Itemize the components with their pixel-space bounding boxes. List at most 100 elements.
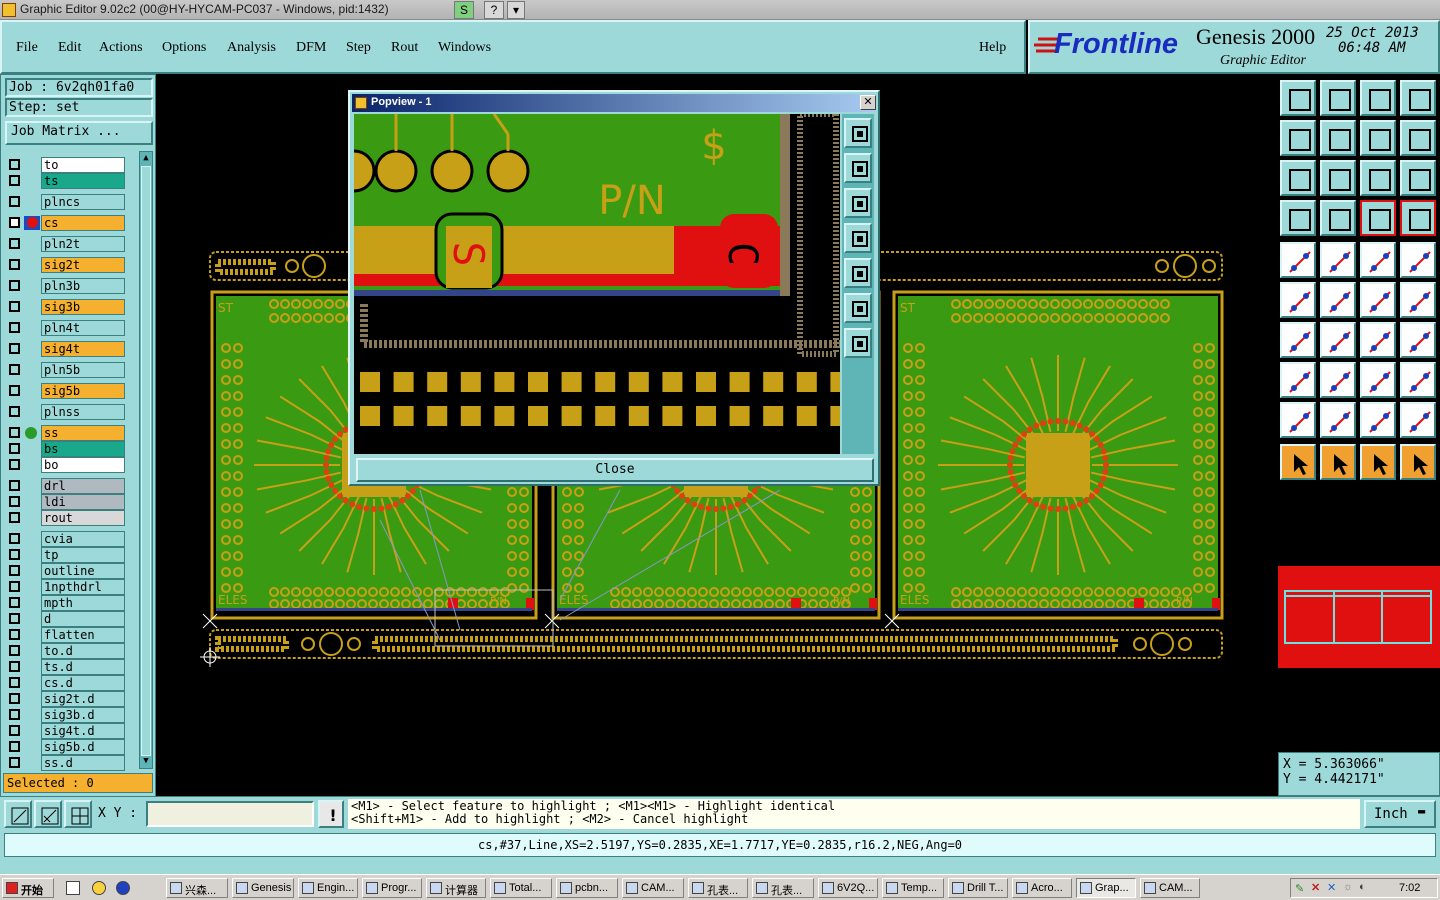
- polygon-icon[interactable]: [1320, 402, 1356, 438]
- text-mirror-icon[interactable]: [1400, 322, 1436, 358]
- zoom-box-icon[interactable]: [4, 800, 32, 828]
- zoom-home-icon[interactable]: [1320, 80, 1356, 116]
- ie-icon[interactable]: [116, 881, 130, 895]
- layer-checkbox[interactable]: [9, 741, 20, 752]
- layer-row-ss[interactable]: ss: [7, 425, 125, 441]
- desktop-icon[interactable]: [66, 881, 80, 895]
- layer-row-mpth[interactable]: mpth: [7, 595, 125, 611]
- layer-checkbox[interactable]: [9, 175, 20, 186]
- home-view-icon[interactable]: [1280, 80, 1316, 116]
- menu-rout[interactable]: Rout: [391, 40, 418, 56]
- layer-row-rout[interactable]: rout: [7, 510, 125, 526]
- rotate-icon[interactable]: [1320, 242, 1356, 278]
- layer-checkbox[interactable]: [9, 301, 20, 312]
- grid-icon[interactable]: [64, 800, 92, 828]
- layer-checkbox[interactable]: [9, 385, 20, 396]
- taskbar-item[interactable]: 孔表...: [752, 878, 814, 898]
- layer-row-1npthdrl[interactable]: 1npthdrl: [7, 579, 125, 595]
- taskbar-item[interactable]: Acro...: [1012, 878, 1072, 898]
- layer-row-pln2t[interactable]: pln2t: [7, 236, 125, 252]
- taskbar-item[interactable]: 计算器: [426, 878, 486, 898]
- layer-checkbox[interactable]: [9, 280, 20, 291]
- taskbar-item[interactable]: CAM...: [1140, 878, 1200, 898]
- add-pad-icon[interactable]: [1400, 282, 1436, 318]
- layer-checkbox[interactable]: [9, 406, 20, 417]
- popview-pan-left-icon[interactable]: [844, 223, 872, 253]
- taskbar-item[interactable]: Grap...: [1076, 878, 1136, 898]
- fit-icon[interactable]: [1280, 160, 1316, 196]
- start-button[interactable]: 开始: [2, 878, 54, 898]
- house-icon[interactable]: [1360, 80, 1396, 116]
- layer-checkbox[interactable]: [9, 322, 20, 333]
- taskbar-item[interactable]: Progr...: [362, 878, 422, 898]
- swap-icon[interactable]: [1400, 120, 1436, 156]
- layer-checkbox[interactable]: [9, 217, 20, 228]
- measure-grid-icon[interactable]: [1360, 362, 1396, 398]
- taskbar-item[interactable]: Genesis: [232, 878, 294, 898]
- layer-row-d[interactable]: d: [7, 611, 125, 627]
- layer-scrollbar-thumb[interactable]: [141, 166, 151, 756]
- cross-icon[interactable]: [1320, 282, 1356, 318]
- shape-icon[interactable]: [1280, 362, 1316, 398]
- layer-row-ts[interactable]: ts: [7, 173, 125, 189]
- menu-windows[interactable]: Windows: [438, 40, 491, 56]
- menu-file[interactable]: File: [16, 40, 38, 56]
- taskbar-item[interactable]: pcbn...: [556, 878, 618, 898]
- outline-icon[interactable]: [1400, 402, 1436, 438]
- add-line-icon[interactable]: [1360, 282, 1396, 318]
- layer-row-sig4t-d[interactable]: sig4t.d: [7, 723, 125, 739]
- select-icon[interactable]: [1320, 444, 1356, 480]
- layer-checkbox[interactable]: [9, 496, 20, 507]
- popview-zoom-extents-icon[interactable]: [844, 293, 872, 323]
- dash-icon[interactable]: [1320, 362, 1356, 398]
- measure-icon[interactable]: [34, 800, 62, 828]
- menu-edit[interactable]: Edit: [58, 40, 81, 56]
- layer-select-icon[interactable]: [1360, 200, 1396, 236]
- redraw-icon[interactable]: [1360, 120, 1396, 156]
- menu-help[interactable]: Help: [979, 40, 1006, 56]
- layer-checkbox[interactable]: [9, 693, 20, 704]
- layer-checkbox[interactable]: [9, 427, 20, 438]
- layer-checkbox[interactable]: [9, 364, 20, 375]
- net-select-icon[interactable]: [1400, 444, 1436, 480]
- taskbar-item[interactable]: 6V2Q...: [818, 878, 878, 898]
- layer-checkbox[interactable]: [9, 565, 20, 576]
- slash-icon[interactable]: [1320, 322, 1356, 358]
- angle-icon[interactable]: [1280, 322, 1316, 358]
- layer-scrollbar[interactable]: ▲ ▼: [139, 151, 153, 769]
- pan-right-icon[interactable]: [1320, 120, 1356, 156]
- layer-checkbox[interactable]: [9, 677, 20, 688]
- popview-zoom-home-icon[interactable]: [844, 328, 872, 358]
- layer-checkbox[interactable]: [9, 549, 20, 560]
- layer-row-to[interactable]: to: [7, 157, 125, 173]
- layer-checkbox[interactable]: [9, 597, 20, 608]
- taskbar-item[interactable]: Drill T...: [948, 878, 1008, 898]
- taskbar-item[interactable]: Temp...: [882, 878, 944, 898]
- layer-row-sig4t[interactable]: sig4t: [7, 341, 125, 357]
- help-icon[interactable]: ?: [484, 1, 504, 19]
- taskbar-item[interactable]: 兴森...: [166, 878, 228, 898]
- layer-row-tp[interactable]: tp: [7, 547, 125, 563]
- layer-checkbox[interactable]: [9, 725, 20, 736]
- layer-checkbox[interactable]: [9, 238, 20, 249]
- overview-map[interactable]: [1278, 566, 1440, 668]
- menu-actions[interactable]: Actions: [99, 40, 143, 56]
- layer-row-ts-d[interactable]: ts.d: [7, 659, 125, 675]
- xy-input[interactable]: [146, 801, 314, 827]
- layer-row-cs[interactable]: cs: [7, 215, 125, 231]
- layer-row-ss-d[interactable]: ss.d: [7, 755, 125, 771]
- menu-options[interactable]: Options: [162, 40, 206, 56]
- taskbar-item[interactable]: CAM...: [622, 878, 684, 898]
- blob-icon[interactable]: [1400, 362, 1436, 398]
- layer-checkbox[interactable]: [9, 645, 20, 656]
- layer-row-pln3b[interactable]: pln3b: [7, 278, 125, 294]
- popview-pan-right-icon[interactable]: [844, 258, 872, 288]
- hatch-icon[interactable]: [1360, 402, 1396, 438]
- popview-zoom-out-icon[interactable]: [844, 188, 872, 218]
- arc-icon[interactable]: [1360, 322, 1396, 358]
- layer-row-sig5b[interactable]: sig5b: [7, 383, 125, 399]
- layer-row-outline[interactable]: outline: [7, 563, 125, 579]
- taskbar-item[interactable]: Total...: [490, 878, 552, 898]
- layer-row-pln5b[interactable]: pln5b: [7, 362, 125, 378]
- layer-row-cvia[interactable]: cvia: [7, 531, 125, 547]
